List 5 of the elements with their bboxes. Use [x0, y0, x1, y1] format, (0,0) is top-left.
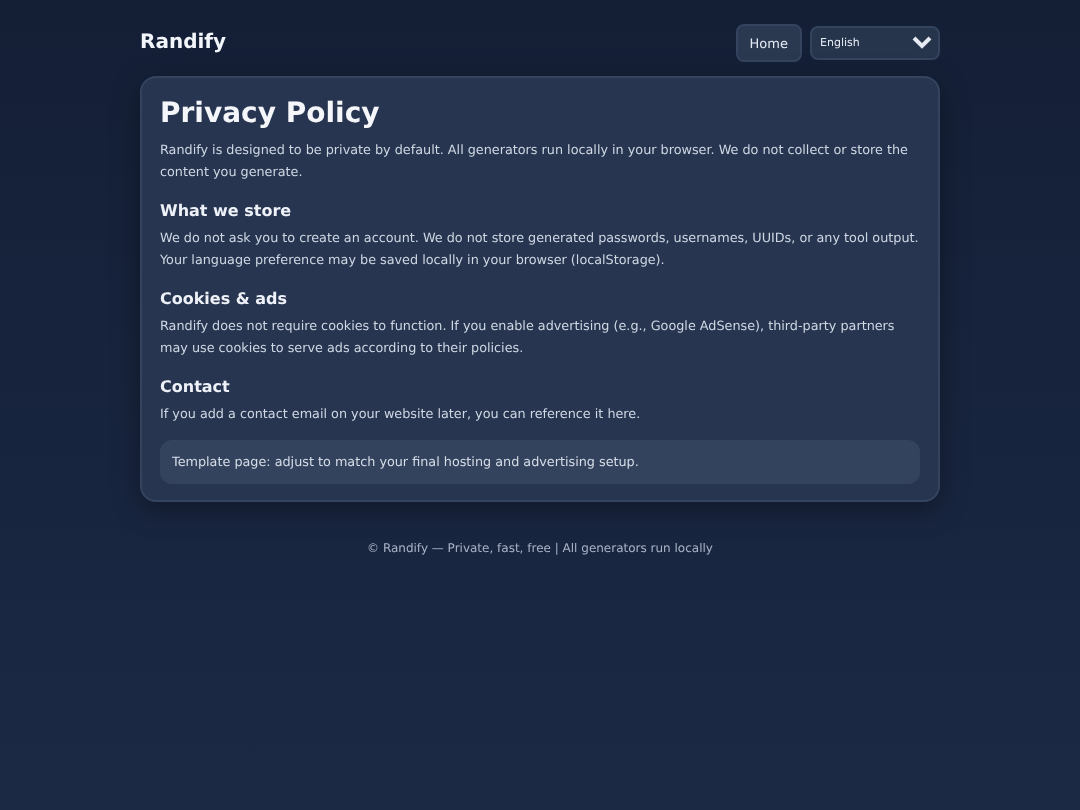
- brand-title: Randify: [140, 32, 227, 54]
- section-heading: Contact: [160, 378, 232, 396]
- section-heading: What we store: [160, 202, 294, 220]
- page-title: Privacy Policy: [160, 98, 382, 130]
- section-heading: Cookies & ads: [160, 290, 290, 308]
